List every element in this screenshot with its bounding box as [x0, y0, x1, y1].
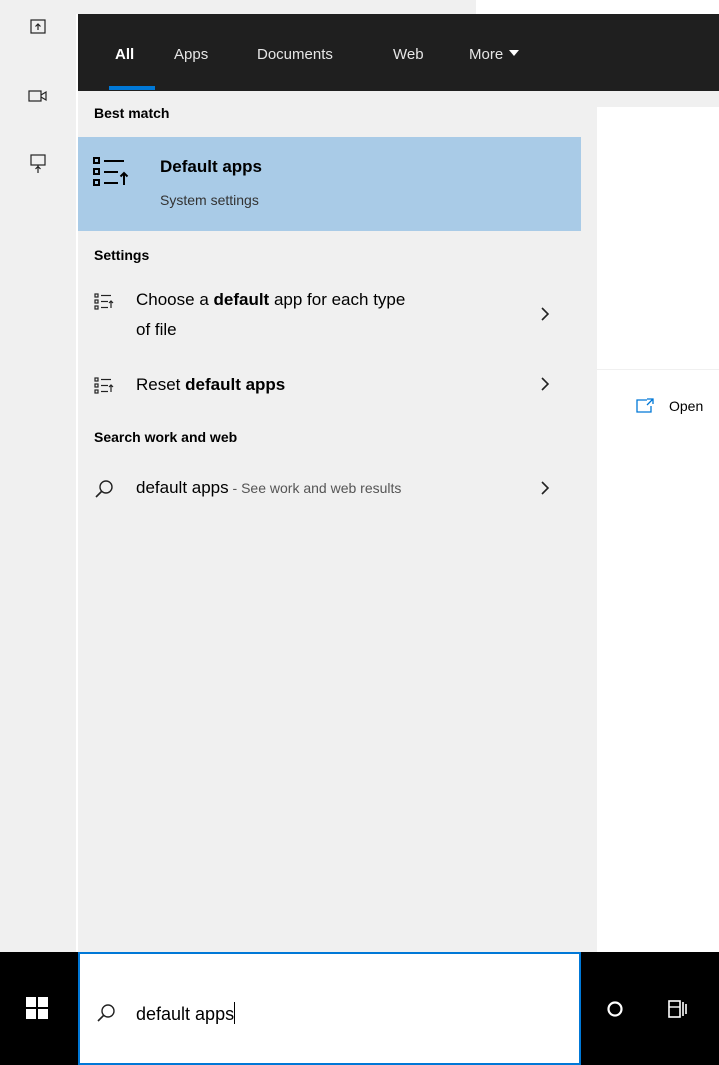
- preview-actions: Open: [597, 370, 719, 952]
- background-window-strip-right: [476, 0, 719, 14]
- best-match-subtitle: System settings: [160, 192, 259, 208]
- left-rail: [0, 0, 76, 952]
- web-query: default apps: [136, 478, 229, 497]
- search-icon: [94, 479, 114, 499]
- section-best-match: Best match: [94, 105, 170, 121]
- tab-documents[interactable]: Documents: [257, 44, 333, 66]
- tab-apps[interactable]: Apps: [174, 44, 208, 66]
- text-cursor: [234, 1002, 236, 1024]
- settings-result-reset-default[interactable]: Reset default apps: [78, 371, 581, 407]
- label-prefix: Reset: [136, 375, 186, 394]
- background-window-strip: [76, 0, 476, 14]
- web-separator: -: [228, 480, 242, 496]
- search-icon: [96, 1003, 116, 1023]
- label-bold: default apps: [185, 375, 286, 394]
- active-tab-indicator: [109, 86, 155, 90]
- tab-more[interactable]: More: [469, 44, 520, 66]
- search-panel: All Apps Documents Web More Best match D…: [78, 14, 719, 952]
- cortana-icon[interactable]: [606, 1000, 624, 1018]
- settings-result-choose-default[interactable]: Choose a default app for each type of fi…: [78, 287, 581, 357]
- best-match-title: Default apps: [160, 157, 263, 176]
- windows-start-icon[interactable]: [26, 997, 50, 1021]
- caret-down-icon: [509, 50, 520, 56]
- preview-card: [597, 107, 719, 369]
- settings-result-label: Reset default apps: [136, 370, 285, 400]
- search-tabbar: All Apps Documents Web More: [78, 14, 719, 91]
- search-input-value: default apps: [136, 1004, 235, 1024]
- label-line2: of file: [136, 320, 177, 339]
- web-result-label: default apps - See work and web results: [136, 473, 401, 503]
- label-suffix: app for each type: [269, 290, 406, 309]
- video-icon[interactable]: [28, 86, 48, 106]
- present-icon[interactable]: [28, 154, 48, 174]
- taskbar-search-box[interactable]: default apps: [78, 952, 581, 1065]
- taskbar: default apps: [0, 952, 719, 1065]
- default-apps-icon: [92, 155, 132, 195]
- web-hint: See work and web results: [241, 480, 402, 496]
- label-prefix: Choose a: [136, 290, 214, 309]
- section-search-web: Search work and web: [94, 429, 238, 445]
- default-apps-small-icon: [94, 293, 114, 313]
- tab-web[interactable]: Web: [393, 44, 424, 66]
- web-result[interactable]: default apps - See work and web results: [78, 473, 581, 509]
- chevron-right-icon: [538, 307, 552, 321]
- open-label: Open: [669, 398, 704, 414]
- search-input[interactable]: default apps: [136, 1002, 236, 1025]
- upload-icon[interactable]: [28, 17, 48, 37]
- default-apps-small-icon: [94, 377, 114, 397]
- open-action[interactable]: Open: [635, 398, 703, 414]
- settings-result-label: Choose a default app for each type of fi…: [136, 285, 405, 345]
- chevron-right-icon: [538, 377, 552, 391]
- chevron-right-icon: [538, 481, 552, 495]
- section-settings: Settings: [94, 247, 150, 263]
- results-list: Best match Default apps System settings …: [78, 91, 581, 952]
- best-match-item[interactable]: Default apps System settings: [78, 137, 581, 231]
- label-bold: default: [213, 290, 270, 309]
- preview-pane: Open: [581, 91, 719, 952]
- task-view-icon[interactable]: [666, 998, 688, 1020]
- tab-all[interactable]: All: [115, 44, 134, 66]
- open-icon: [636, 398, 654, 413]
- tab-more-label: More: [469, 46, 504, 63]
